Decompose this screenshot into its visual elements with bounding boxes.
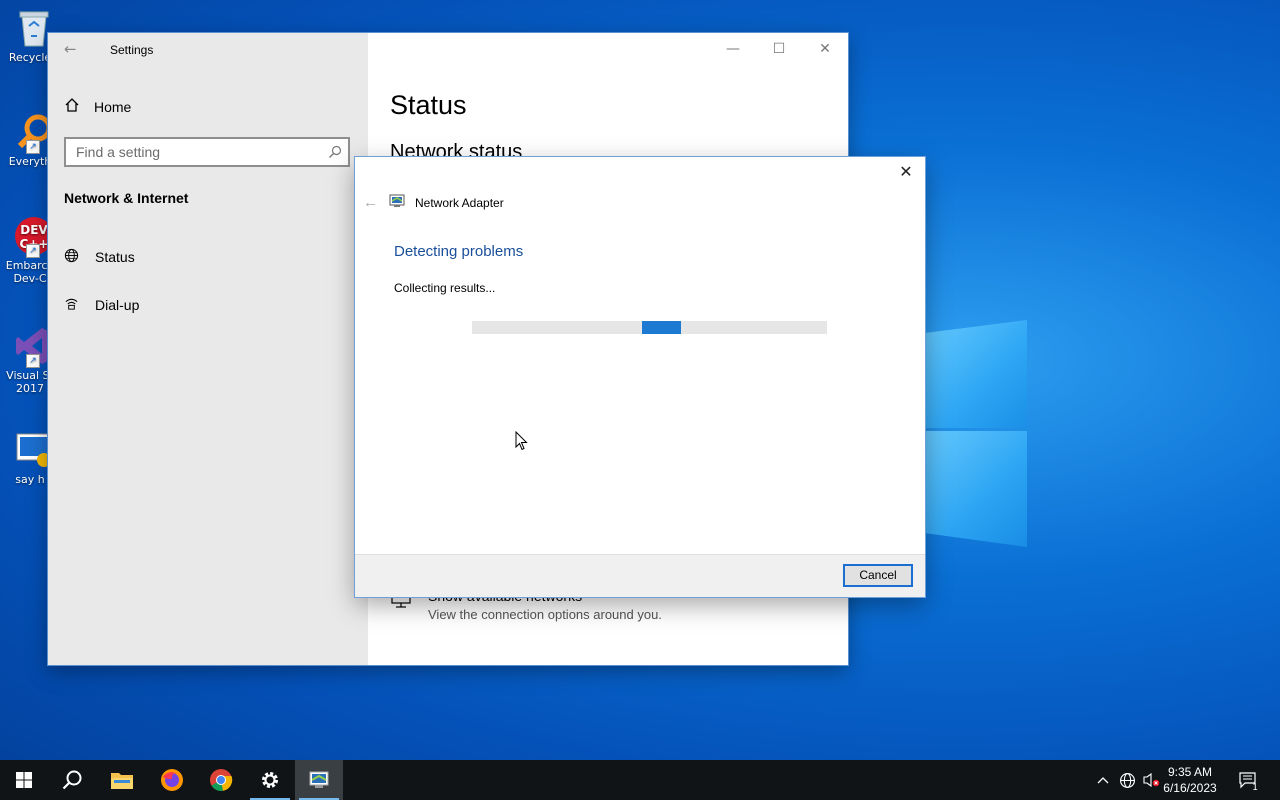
svg-text:DEV: DEV xyxy=(20,223,48,237)
cancel-button[interactable]: Cancel xyxy=(843,564,913,587)
dialog-footer: Cancel xyxy=(355,554,925,597)
taskbar: 9:35 AM 6/16/2023 1 xyxy=(0,760,1280,800)
action-center-button[interactable]: 1 xyxy=(1236,760,1260,800)
show-networks-description: View the connection options around you. xyxy=(428,607,662,622)
dialup-icon xyxy=(64,296,79,314)
dialog-app-name: Network Adapter xyxy=(415,195,504,210)
maximize-button[interactable]: ☐ xyxy=(756,33,802,65)
chevron-up-icon xyxy=(1097,777,1109,784)
sidebar-item-label: Home xyxy=(94,98,132,115)
start-button[interactable] xyxy=(0,760,48,800)
taskbar-file-explorer[interactable] xyxy=(98,760,146,800)
home-icon xyxy=(64,97,80,116)
mouse-cursor-icon xyxy=(515,430,529,451)
window-title: Settings xyxy=(110,43,154,57)
caption-buttons: — ☐ ✕ xyxy=(710,33,848,65)
sidebar-item-dial-up[interactable]: Dial-up xyxy=(64,296,139,314)
back-arrow-icon[interactable]: ← xyxy=(64,40,77,58)
sidebar-item-home[interactable]: Home xyxy=(64,97,131,116)
sidebar-item-label: Dial-up xyxy=(95,297,140,313)
dialog-header: ← Network Adapter xyxy=(363,194,504,211)
notification-count: 1 xyxy=(1252,783,1258,793)
taskbar-settings[interactable] xyxy=(246,760,294,800)
folder-icon xyxy=(111,773,133,789)
shortcut-arrow-icon: ↗ xyxy=(26,354,40,368)
windows-wallpaper-logo xyxy=(925,305,1030,550)
gear-icon xyxy=(262,772,278,788)
search-icon xyxy=(62,770,82,790)
network-adapter-troubleshooter-dialog: ✕ ← Network Adapter Detecting problems C… xyxy=(355,157,925,597)
progress-chunk xyxy=(642,321,681,334)
taskbar-firefox[interactable] xyxy=(148,760,196,800)
search-box[interactable] xyxy=(64,137,350,167)
taskbar-chrome[interactable] xyxy=(197,760,245,800)
clock-date: 6/16/2023 xyxy=(1163,781,1217,795)
taskbar-search-button[interactable] xyxy=(48,760,96,800)
firefox-icon xyxy=(161,769,183,791)
page-title: Status xyxy=(390,90,467,120)
dialog-close-button[interactable]: ✕ xyxy=(893,161,919,183)
sidebar-item-status[interactable]: Status xyxy=(64,248,135,266)
settings-sidebar xyxy=(48,33,368,665)
sidebar-item-label: Status xyxy=(95,249,135,265)
chrome-icon xyxy=(210,769,233,791)
taskbar-clock[interactable]: 9:35 AM 6/16/2023 xyxy=(1159,764,1221,796)
taskbar-network-troubleshooter[interactable] xyxy=(295,760,343,800)
minimize-button[interactable]: — xyxy=(710,33,756,65)
volume-muted-icon xyxy=(1143,772,1160,788)
network-tray-button[interactable] xyxy=(1116,760,1138,800)
section-title: Network & Internet xyxy=(64,190,189,206)
shortcut-arrow-icon: ↗ xyxy=(26,244,40,258)
search-input[interactable] xyxy=(66,139,326,165)
close-button[interactable]: ✕ xyxy=(802,33,848,65)
back-arrow-icon: ← xyxy=(363,194,378,211)
dialog-status-text: Collecting results... xyxy=(394,281,496,295)
network-adapter-icon xyxy=(309,771,329,788)
globe-icon xyxy=(64,248,79,266)
shortcut-arrow-icon: ↗ xyxy=(26,140,40,154)
windows-start-icon xyxy=(16,772,32,788)
clock-time: 9:35 AM xyxy=(1167,765,1213,779)
marquee-progress-bar xyxy=(472,321,827,334)
network-adapter-icon xyxy=(389,194,405,211)
search-icon[interactable] xyxy=(328,144,342,158)
show-hidden-icons-button[interactable] xyxy=(1093,760,1113,800)
dialog-heading: Detecting problems xyxy=(394,243,524,260)
globe-icon xyxy=(1119,772,1135,788)
